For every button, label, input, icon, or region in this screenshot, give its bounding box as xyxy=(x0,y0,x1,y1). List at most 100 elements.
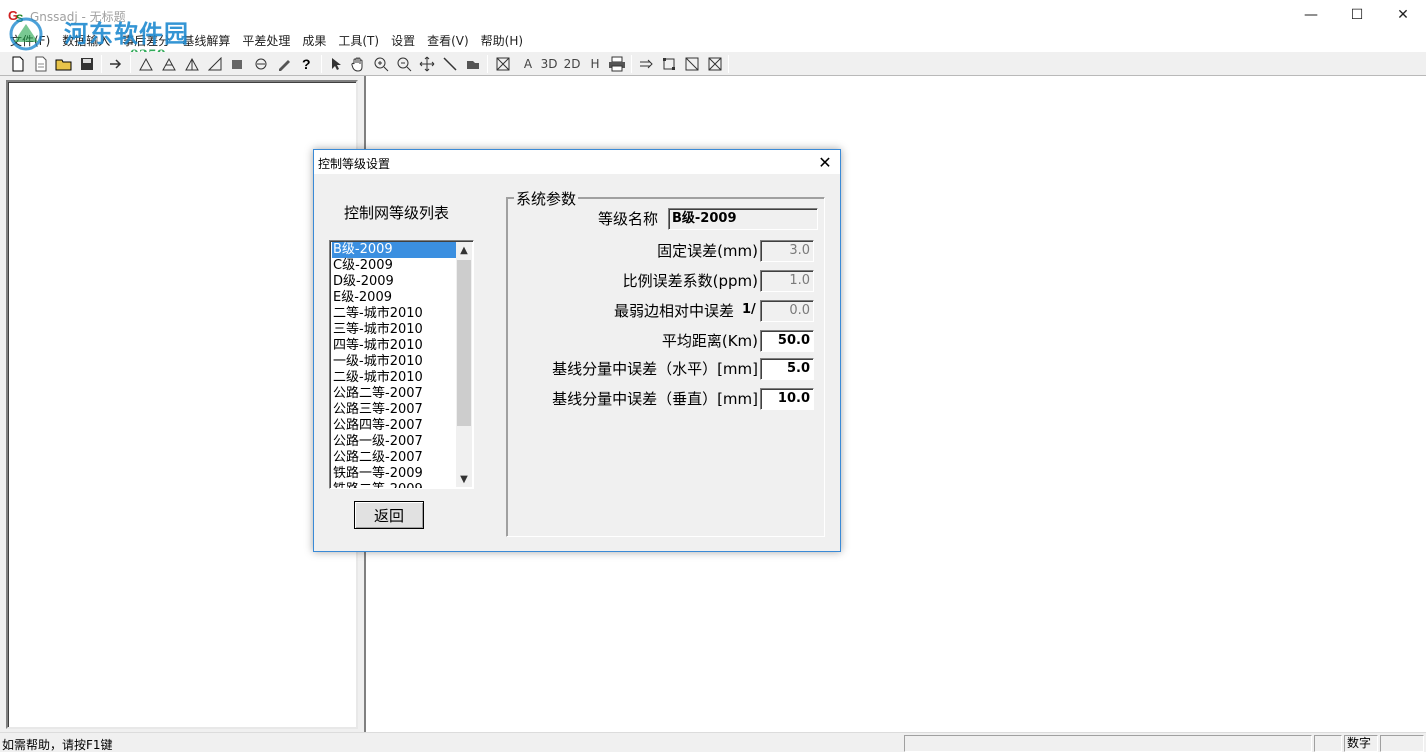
print-icon[interactable] xyxy=(607,54,627,74)
grade-list-scrollbar[interactable]: ▲ ▼ xyxy=(456,242,472,487)
grade-list-item[interactable]: 铁路二等-2009 xyxy=(332,482,457,488)
grade-list-item[interactable]: 二级-城市2010 xyxy=(332,370,457,386)
grade-list-item[interactable]: 公路二等-2007 xyxy=(332,386,457,402)
weakest-edge-field: 0.0 xyxy=(760,300,814,322)
grade-list-items: B级-2009 C级-2009 D级-2009 E级-2009 二等-城市2010 三等-… xyxy=(332,242,457,488)
view-2d-button[interactable]: 2D xyxy=(561,54,583,74)
triangle-net-2-icon[interactable] xyxy=(159,54,179,74)
grade-list-item[interactable]: 一级-城市2010 xyxy=(332,354,457,370)
window-title: Gnssadj - 无标题 xyxy=(30,10,126,24)
angle-icon[interactable] xyxy=(205,54,225,74)
grade-list-item[interactable]: B级-2009 xyxy=(332,242,457,258)
svg-text:?: ? xyxy=(302,56,311,72)
view-3d-button[interactable]: 3D xyxy=(538,54,560,74)
import-icon[interactable] xyxy=(106,54,126,74)
fixed-error-label: 固定误差(mm) xyxy=(657,242,758,260)
new-project-icon[interactable] xyxy=(31,54,51,74)
status-bar: 如需帮助，请按F1键 数字 xyxy=(0,732,1426,752)
grade-list-item[interactable]: 铁路一等-2009 xyxy=(332,466,457,482)
status-panel-last xyxy=(1380,735,1424,752)
grade-list-item[interactable]: C级-2009 xyxy=(332,258,457,274)
frame-2-icon[interactable] xyxy=(682,54,702,74)
baseline-v-field[interactable]: 10.0 xyxy=(760,388,814,410)
move-icon[interactable] xyxy=(417,54,437,74)
measure-icon[interactable] xyxy=(440,54,460,74)
save-icon[interactable] xyxy=(77,54,97,74)
menu-view[interactable]: 查看(V) xyxy=(421,31,475,51)
grade-list-item[interactable]: 二等-城市2010 xyxy=(332,306,457,322)
grade-name-field: B级-2009 xyxy=(668,208,818,230)
grade-list-item[interactable]: 四等-城市2010 xyxy=(332,338,457,354)
dialog-title-bar: 控制等级设置 ✕ xyxy=(314,150,840,174)
points-icon[interactable] xyxy=(228,54,248,74)
menu-baseline[interactable]: 基线解算 xyxy=(176,31,236,51)
grade-list-item[interactable]: 公路四等-2007 xyxy=(332,418,457,434)
triangle-net-icon[interactable] xyxy=(136,54,156,74)
grade-list-item[interactable]: E级-2009 xyxy=(332,290,457,306)
triangle-net-3-icon[interactable] xyxy=(182,54,202,74)
frame-3-icon[interactable] xyxy=(705,54,725,74)
avg-distance-label: 平均距离(Km) xyxy=(661,332,758,350)
height-h-button[interactable]: H xyxy=(585,54,605,74)
layers-icon[interactable] xyxy=(463,54,483,74)
new-file-icon[interactable] xyxy=(8,54,28,74)
menu-post-diff[interactable]: 事后差分 xyxy=(116,31,176,51)
edit-pencil-icon[interactable] xyxy=(274,54,294,74)
weakest-edge-label: 最弱边相对中误差 xyxy=(613,302,734,320)
delete-icon[interactable] xyxy=(251,54,271,74)
maximize-button[interactable]: ☐ xyxy=(1334,0,1380,30)
svg-text:S: S xyxy=(16,13,23,24)
status-panel-small xyxy=(1314,735,1342,752)
fixed-error-field: 3.0 xyxy=(760,240,814,262)
minimize-button[interactable]: — xyxy=(1288,0,1334,30)
menu-settings[interactable]: 设置 xyxy=(385,31,421,51)
menu-tools[interactable]: 工具(T) xyxy=(332,31,385,51)
project-tree-pane[interactable] xyxy=(6,80,358,729)
frame-icon[interactable] xyxy=(659,54,679,74)
avg-distance-field[interactable]: 50.0 xyxy=(760,330,814,352)
grade-list-caption: 控制网等级列表 xyxy=(344,204,450,222)
status-panel-empty xyxy=(904,735,1312,752)
open-folder-icon[interactable] xyxy=(54,54,74,74)
label-a-button[interactable]: A xyxy=(518,54,538,74)
scroll-down-icon[interactable]: ▼ xyxy=(456,471,472,487)
system-params-title: 系统参数 xyxy=(514,188,579,209)
grade-list-item[interactable]: 公路二级-2007 xyxy=(332,450,457,466)
baseline-v-label: 基线分量中误差（垂直）[mm] xyxy=(552,390,758,408)
help-icon[interactable]: ? xyxy=(297,54,317,74)
grade-listbox[interactable]: B级-2009 C级-2009 D级-2009 E级-2009 二等-城市2010 三等-… xyxy=(329,240,474,489)
status-mode: 数字 xyxy=(1344,735,1378,752)
zoom-out-icon[interactable] xyxy=(394,54,414,74)
grade-list-item[interactable]: 公路三等-2007 xyxy=(332,402,457,418)
toolbar: ? A 3D 2D H xyxy=(0,52,1426,76)
weakest-edge-prefix: 1/ xyxy=(742,302,756,317)
grade-name-label: 等级名称 xyxy=(597,210,658,228)
pan-hand-icon[interactable] xyxy=(348,54,368,74)
dialog-close-button[interactable]: ✕ xyxy=(810,150,840,174)
menu-results[interactable]: 成果 xyxy=(296,31,332,51)
full-extent-icon[interactable] xyxy=(493,54,513,74)
grade-list-item[interactable]: D级-2009 xyxy=(332,274,457,290)
zoom-in-icon[interactable] xyxy=(371,54,391,74)
ratio-error-field: 1.0 xyxy=(760,270,814,292)
grade-list-item[interactable]: 公路一级-2007 xyxy=(332,434,457,450)
ratio-error-label: 比例误差系数(ppm) xyxy=(622,272,758,290)
baseline-h-label: 基线分量中误差（水平）[mm] xyxy=(552,360,758,378)
scroll-up-icon[interactable]: ▲ xyxy=(456,242,472,258)
arrow-right-icon[interactable] xyxy=(636,54,656,74)
baseline-h-field[interactable]: 5.0 xyxy=(760,358,814,380)
pointer-icon[interactable] xyxy=(326,54,346,74)
app-icon: G S xyxy=(8,8,23,24)
menu-file[interactable]: 文件(F) xyxy=(4,31,56,51)
menu-help[interactable]: 帮助(H) xyxy=(475,31,529,51)
menu-adjustment[interactable]: 平差处理 xyxy=(236,31,296,51)
scroll-thumb[interactable] xyxy=(457,260,471,426)
status-help-text: 如需帮助，请按F1键 xyxy=(2,738,113,752)
grade-settings-dialog: 控制等级设置 ✕ 控制网等级列表 B级-2009 C级-2009 D级-2009 E级… xyxy=(313,149,841,552)
return-button[interactable]: 返回 xyxy=(354,501,424,529)
dialog-title: 控制等级设置 xyxy=(318,157,391,171)
menu-bar: 文件(F) 数据输入 事后差分 基线解算 平差处理 成果 工具(T) 设置 查看… xyxy=(0,30,1426,52)
menu-data-input[interactable]: 数据输入 xyxy=(56,31,116,51)
grade-list-item[interactable]: 三等-城市2010 xyxy=(332,322,457,338)
close-button[interactable]: ✕ xyxy=(1380,0,1426,30)
